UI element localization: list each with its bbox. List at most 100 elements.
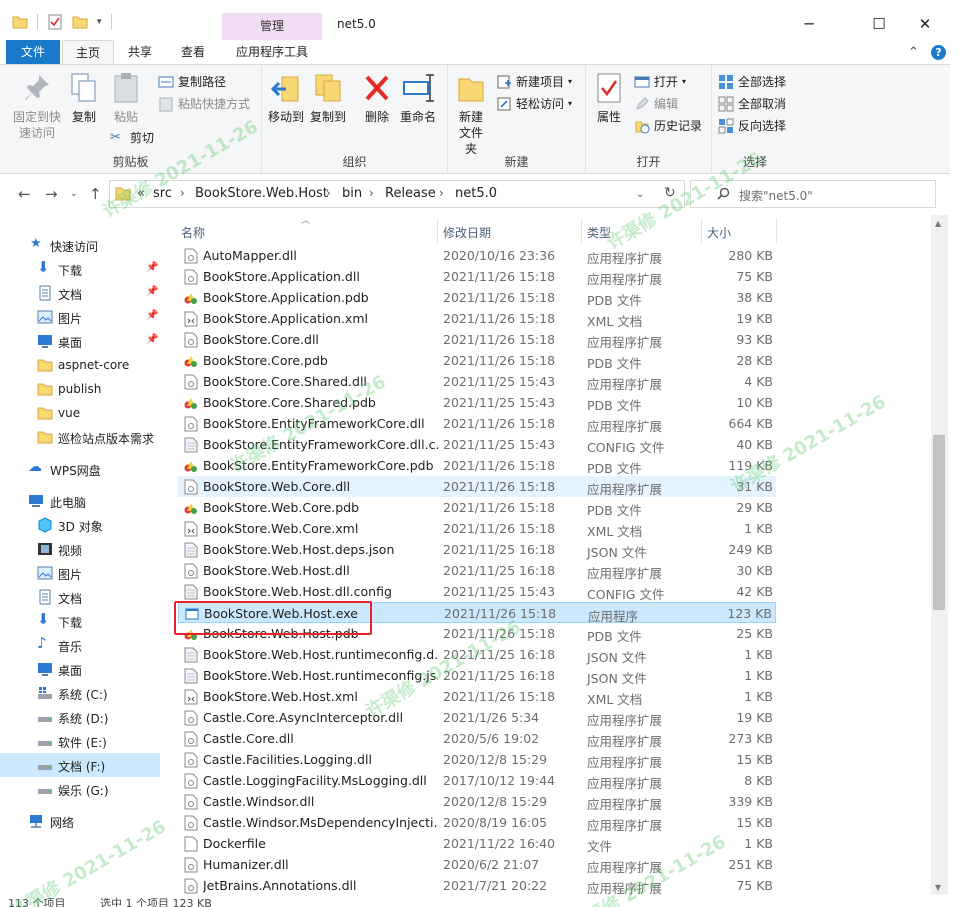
nav-music[interactable]: ♪ 音乐 [0,633,160,657]
breadcrumb-separator-icon[interactable]: › [439,186,444,200]
rename-button[interactable]: 重命名 [398,71,438,125]
column-header-name[interactable]: 名称 [181,224,205,241]
nav-drive-g[interactable]: 娱乐 (G:) [0,777,160,801]
nav-documents[interactable]: 文档 📌 [0,281,160,305]
copy-path-button[interactable]: 复制路径 [158,73,226,90]
easy-access-button[interactable]: 轻松访问 ▾ [496,95,572,112]
nav-downloads[interactable]: ⬇ 下载 📌 [0,257,160,281]
scroll-down-arrow-icon[interactable]: ▼ [935,883,941,892]
nav-network[interactable]: 网络 [0,809,160,833]
breadcrumb-separator-icon[interactable]: › [369,186,374,200]
nav-videos[interactable]: 视频 [0,537,160,561]
copy-to-button[interactable]: 复制到 [308,71,348,125]
file-row[interactable]: Castle.Windsor.MsDependencyInjecti... 202… [178,812,776,833]
nav-aspnet-core[interactable]: aspnet-core [0,353,160,377]
column-divider[interactable] [701,218,702,244]
nav-this-pc[interactable]: 此电脑 [0,489,160,513]
breadcrumb-bin[interactable]: bin [342,186,362,201]
nav-drive-e[interactable]: 软件 (E:) [0,729,160,753]
delete-button[interactable]: 删除 [360,71,394,125]
file-row[interactable]: BookStore.Web.Host.dll.config 2021/11/25 … [178,581,776,602]
file-row[interactable]: BookStore.Application.dll 2021/11/26 15:1… [178,266,776,287]
nav-pictures-pc[interactable]: 图片 [0,561,160,585]
breadcrumb-overflow[interactable]: « [137,186,145,201]
column-header-date[interactable]: 修改日期 [443,224,491,241]
history-button[interactable]: 历史记录 [634,117,702,134]
column-divider[interactable] [437,218,438,244]
file-row[interactable]: BookStore.Core.dll 2021/11/26 15:18 应用程序扩展… [178,329,776,350]
minimize-button[interactable]: ─ [786,10,832,38]
nav-drive-c[interactable]: 系统 (C:) [0,681,160,705]
file-row[interactable]: BookStore.Web.Host.dll 2021/11/25 16:18 应用… [178,560,776,581]
breadcrumb-net50[interactable]: net5.0 [455,186,497,201]
breadcrumb-separator-icon[interactable]: › [180,186,185,200]
paste-shortcut-button[interactable]: 粘贴快捷方式 [158,95,250,112]
file-row[interactable]: AutoMapper.dll 2020/10/16 23:36 应用程序扩展 280 … [178,245,776,266]
close-button[interactable]: ✕ [902,10,948,38]
breadcrumb-src[interactable]: src [153,186,172,201]
breadcrumb-separator-icon[interactable]: › [326,186,331,200]
nav-wps-cloud[interactable]: ☁ WPS网盘 [0,457,160,481]
file-row[interactable]: BookStore.Web.Host.xml 2021/11/26 15:18 XM… [178,686,776,707]
refresh-icon[interactable]: ↻ [664,185,676,201]
column-header-type[interactable]: 类型 [587,224,611,241]
nav-drive-f[interactable]: 文档 (F:) [0,753,160,777]
paste-button[interactable]: 粘贴 [106,71,146,125]
nav-desktop-pc[interactable]: 桌面 [0,657,160,681]
nav-desktop[interactable]: 桌面 📌 [0,329,160,353]
copy-button[interactable]: 复制 [66,71,102,125]
scrollbar-thumb[interactable] [933,435,945,610]
select-none-button[interactable]: 全部取消 [718,95,786,112]
nav-pictures[interactable]: 图片 📌 [0,305,160,329]
nav-publish[interactable]: publish [0,377,160,401]
scroll-up-arrow-icon[interactable]: ▲ [935,219,941,228]
file-row[interactable]: Castle.Core.AsyncInterceptor.dll 2021/1/2… [178,707,776,728]
file-row[interactable]: BookStore.EntityFrameworkCore.pdb 2021/11… [178,455,776,476]
new-item-button[interactable]: 新建项目 ▾ [496,73,572,90]
file-row[interactable]: JetBrains.Annotations.dll 2021/7/21 20:22… [178,875,776,896]
nav-drive-d[interactable]: 系统 (D:) [0,705,160,729]
nav-patrol-site[interactable]: 巡检站点版本需求 [0,425,160,449]
file-row[interactable]: BookStore.Web.Core.pdb 2021/11/26 15:18 PD… [178,497,776,518]
recent-locations-chevron-icon[interactable]: ⌄ [70,189,78,199]
properties-button[interactable]: 属性 [592,71,626,125]
file-row[interactable]: BookStore.Web.Host.runtimeconfig.d... 202… [178,644,776,665]
nav-3d-objects[interactable]: 3D 对象 [0,513,160,537]
pin-quick-access-button[interactable]: 固定到快速访问 [10,71,64,141]
file-row[interactable]: BookStore.Web.Host.runtimeconfig.js... 20… [178,665,776,686]
tab-share[interactable]: 共享 [116,40,164,65]
file-row[interactable]: Dockerfile 2021/11/22 16:40 文件 1 KB [178,833,776,854]
column-divider[interactable] [776,218,777,244]
nav-documents-pc[interactable]: 文档 [0,585,160,609]
select-all-button[interactable]: 全部选择 [718,73,786,90]
nav-downloads-pc[interactable]: ⬇ 下载 [0,609,160,633]
tab-file[interactable]: 文件 [6,40,60,65]
file-row[interactable]: BookStore.Application.xml 2021/11/26 15:1… [178,308,776,329]
collapse-ribbon-icon[interactable]: ⌃ [908,45,919,60]
file-row[interactable]: Castle.Windsor.dll 2020/12/8 15:29 应用程序扩展 3… [178,791,776,812]
manage-context-tab[interactable]: 管理 [222,13,322,40]
edit-button[interactable]: 编辑 [634,95,678,112]
forward-arrow-icon[interactable]: → [45,185,58,203]
column-divider[interactable] [581,218,582,244]
file-row[interactable]: BookStore.Web.Core.dll 2021/11/26 15:18 应用… [178,476,776,497]
maximize-button[interactable]: ☐ [856,10,902,38]
column-header-size[interactable]: 大小 [707,224,731,241]
tab-view[interactable]: 查看 [168,40,218,65]
breadcrumb-release[interactable]: Release [385,186,436,201]
help-icon[interactable]: ? [931,45,946,60]
move-to-button[interactable]: 移动到 [266,71,306,125]
search-input[interactable]: 搜索"net5.0" [739,187,813,204]
new-folder-button[interactable]: 新建文件夹 [454,71,488,157]
new-folder-icon[interactable] [72,14,88,30]
tab-home[interactable]: 主页 [62,40,114,65]
qat-dropdown-icon[interactable]: ▾ [97,17,102,27]
file-row[interactable]: BookStore.Application.pdb 2021/11/26 15:1… [178,287,776,308]
vertical-scrollbar[interactable]: ▲ ▼ [931,215,948,895]
file-row[interactable]: BookStore.EntityFrameworkCore.dll.c... 20… [178,434,776,455]
open-button[interactable]: 打开 ▾ [634,73,686,90]
file-row[interactable]: BookStore.Web.Host.deps.json 2021/11/25 1… [178,539,776,560]
breadcrumb-bookstore-web-host[interactable]: BookStore.Web.Host [195,186,328,201]
properties-check-icon[interactable] [47,14,63,30]
address-dropdown-icon[interactable]: ⌄ [636,189,644,200]
